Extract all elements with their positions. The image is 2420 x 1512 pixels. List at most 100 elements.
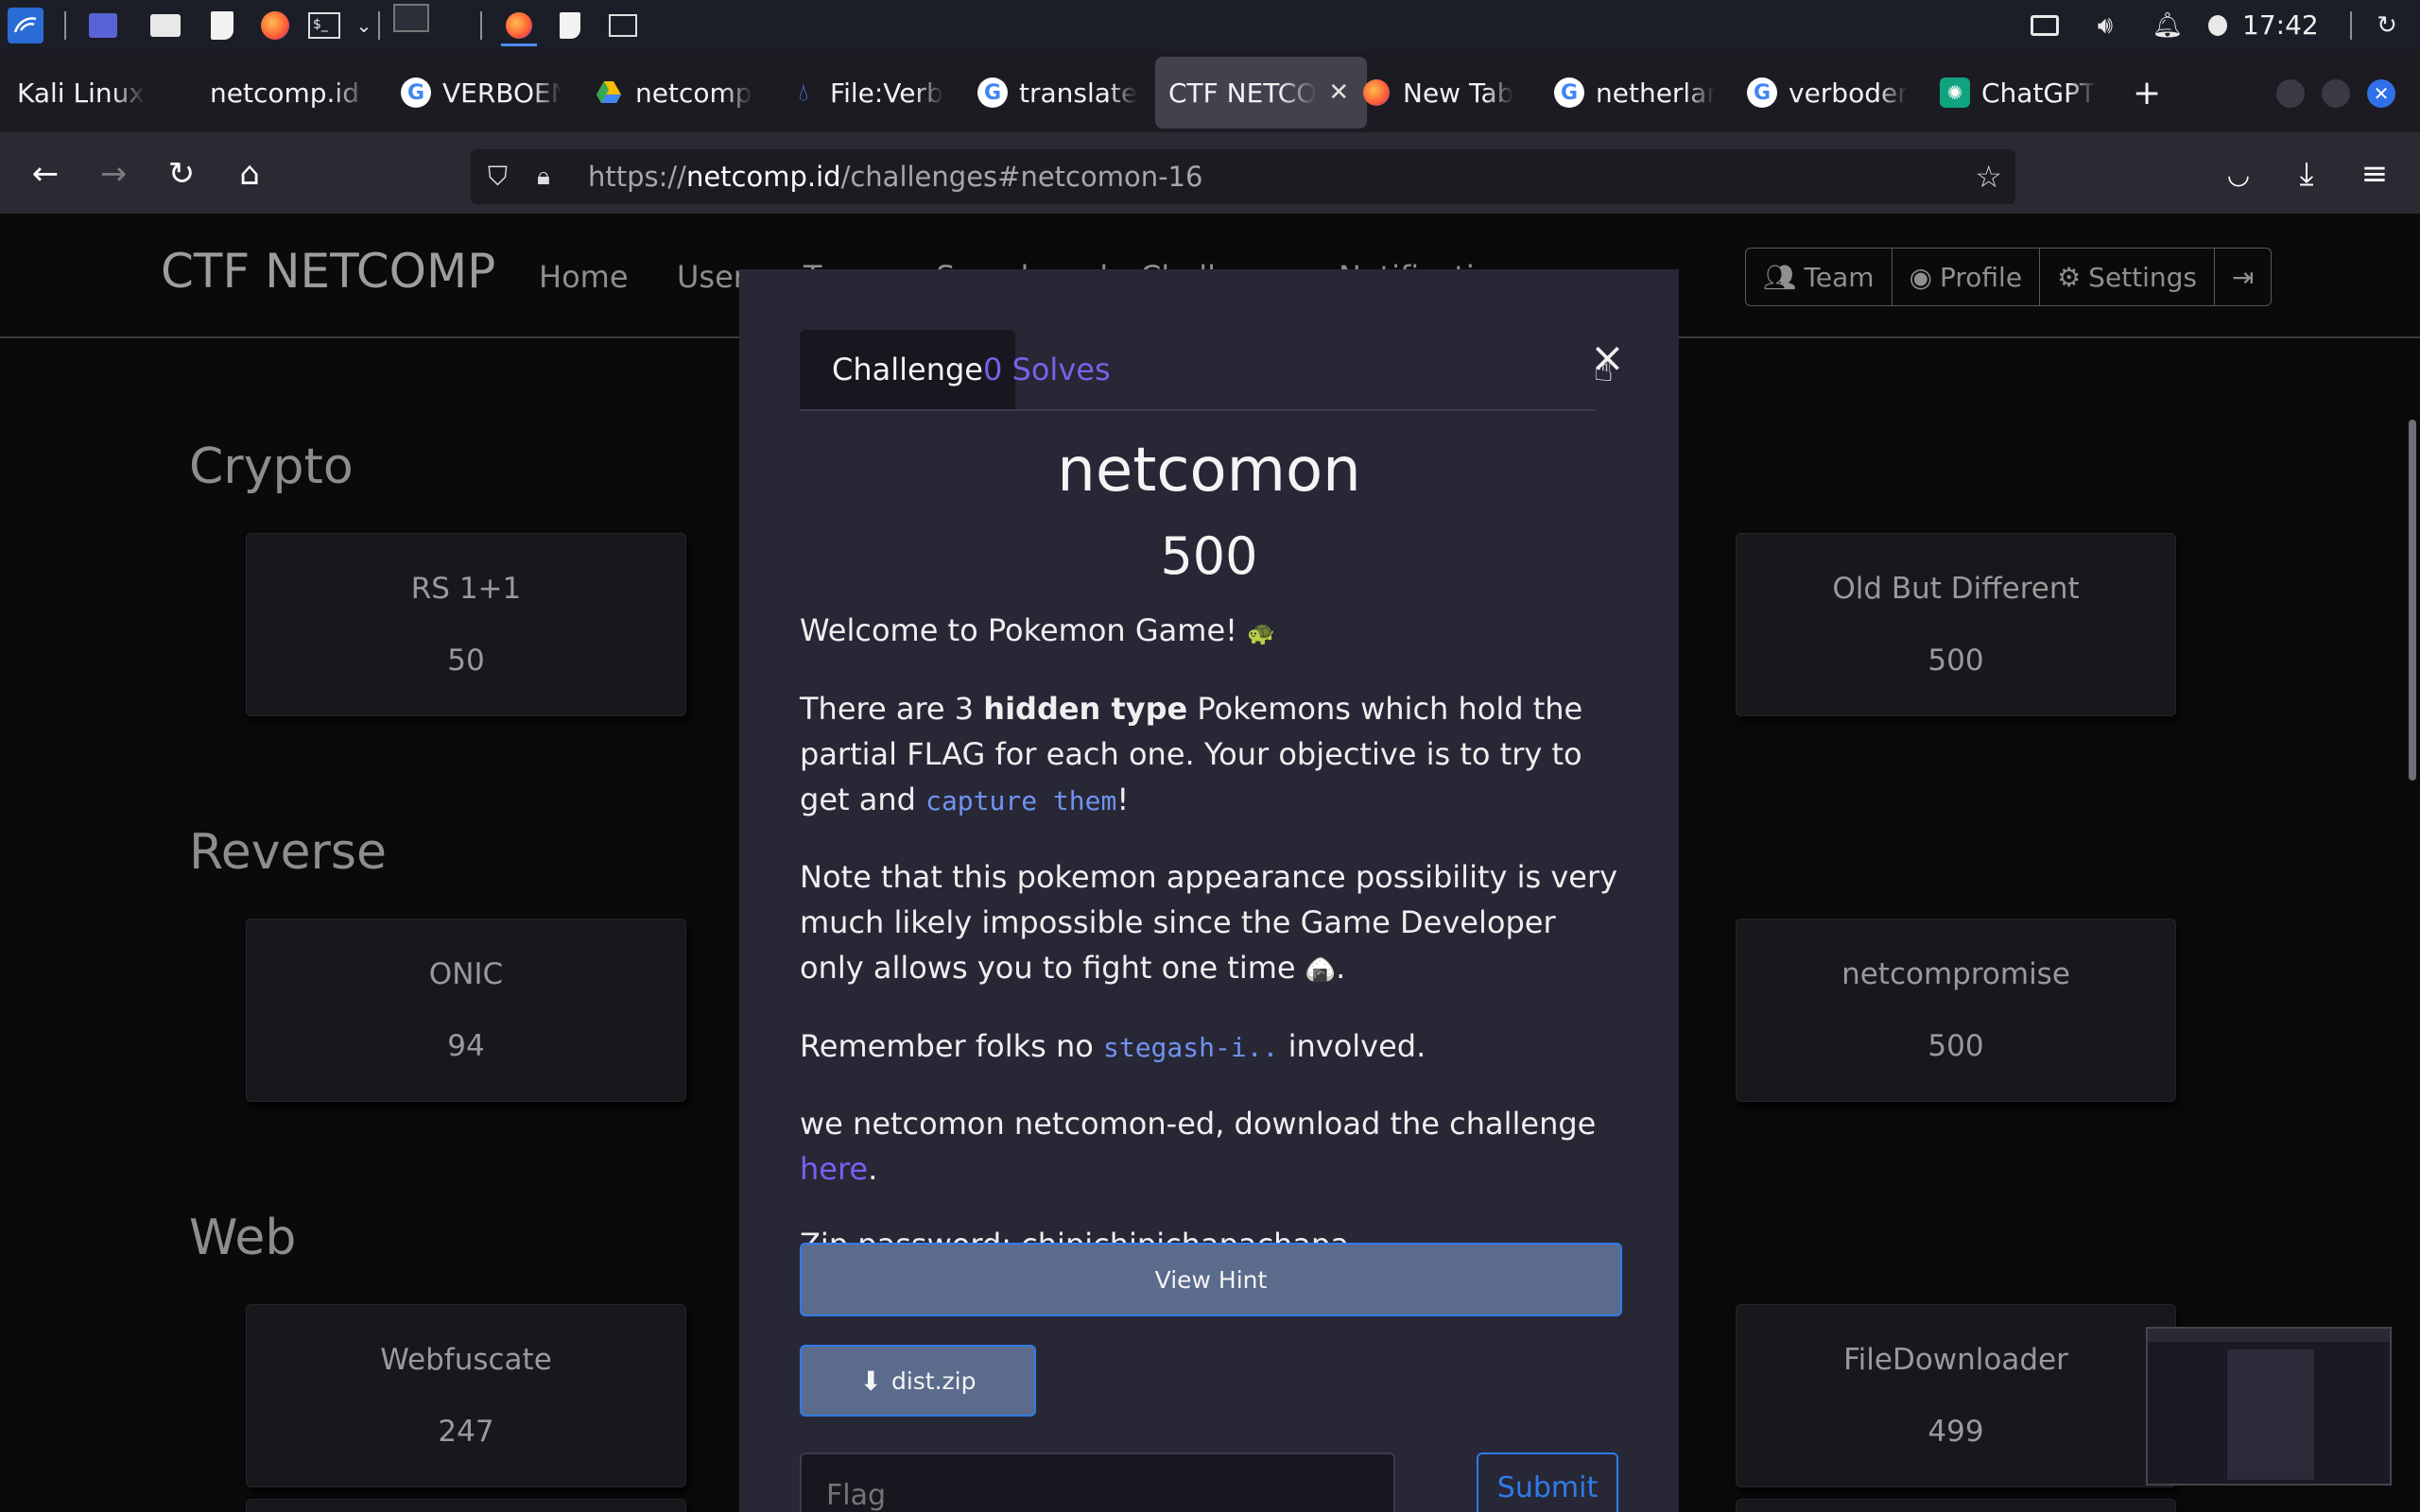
flag-input[interactable] <box>800 1452 1395 1512</box>
screenshot-thumbnail[interactable] <box>2146 1327 2392 1486</box>
tab-verboden[interactable]: G verboden <box>1747 57 1908 129</box>
tab-label: translate <box>1019 77 1138 109</box>
view-hint-button[interactable]: View Hint <box>800 1243 1622 1316</box>
kali-menu-icon[interactable] <box>8 8 43 43</box>
home-icon[interactable]: ⌂ <box>231 155 268 193</box>
challenge-card[interactable] <box>1736 1499 2176 1512</box>
challenge-name: netcompromise <box>1841 957 2070 991</box>
drive-icon <box>594 77 624 108</box>
desc-text: . <box>868 1151 878 1187</box>
wiki-icon: 💧︎ <box>798 77 809 107</box>
firefox-icon[interactable] <box>257 8 293 43</box>
forward-arrow-icon[interactable]: → <box>95 155 132 193</box>
desc-code: stegash-i.. <box>1102 1032 1279 1063</box>
notification-bell-icon[interactable]: 🔔︎ <box>2150 8 2186 43</box>
profile-button-label: Profile <box>1940 261 2023 293</box>
downloads-icon[interactable]: ⤓ <box>2288 155 2325 193</box>
chatgpt-icon: ✺ <box>1940 77 1970 108</box>
minimize-window-button[interactable] <box>2276 79 2305 108</box>
reload-icon[interactable]: ↻ <box>163 155 200 193</box>
tab-verboen[interactable]: G VERBOEN <box>401 57 562 129</box>
profile-button[interactable]: ◉ Profile <box>1893 249 2041 305</box>
tab-label: verboden <box>1789 77 1908 109</box>
site-brand[interactable]: CTF NETCOMP <box>161 244 495 299</box>
tab-new-tab[interactable]: New Tab <box>1361 57 1522 129</box>
download-file-button[interactable]: ⬇ dist.zip <box>800 1345 1036 1417</box>
session-icon[interactable]: ↻ <box>2369 8 2405 43</box>
window-preview-icon[interactable] <box>393 0 429 36</box>
settings-button[interactable]: ⚙ Settings <box>2040 249 2216 305</box>
taskbar-separator <box>480 11 482 40</box>
hand-cursor-icon: ☝ <box>1594 352 1614 389</box>
firefox-running-icon[interactable] <box>501 8 537 46</box>
bookmark-star-icon[interactable]: ☆ <box>1975 159 2002 195</box>
desc-text: . <box>1336 950 1346 986</box>
challenge-card[interactable]: ONIC 94 <box>246 919 686 1102</box>
submit-label: Submit <box>1496 1471 1599 1504</box>
file-manager-icon[interactable] <box>147 8 183 43</box>
challenge-card[interactable]: RS 1+1 50 <box>246 533 686 716</box>
challenge-card[interactable]: netcompromise 500 <box>1736 919 2176 1102</box>
tab-kali-linux[interactable]: Kali Linux <box>17 57 159 129</box>
tab-file-verb[interactable]: 💧︎ File:Verb <box>788 57 949 129</box>
clock[interactable]: 17:42 <box>2242 9 2319 41</box>
tab-solves[interactable]: 0 Solves <box>960 330 1133 409</box>
lock-icon[interactable]: 🔒︎ <box>537 163 550 192</box>
shield-icon[interactable]: ⛉ <box>488 161 508 193</box>
network-icon[interactable] <box>2027 8 2063 43</box>
challenge-card[interactable]: Old But Different 500 <box>1736 533 2176 716</box>
back-arrow-icon[interactable]: ← <box>26 155 64 193</box>
page-scrollbar[interactable] <box>2409 420 2416 781</box>
challenge-card[interactable]: Webfuscate 247 <box>246 1304 686 1487</box>
rice-ball-icon: 🍙 <box>1305 956 1337 985</box>
volume-icon[interactable]: 🔊︎ <box>2087 8 2123 43</box>
url-scheme: https:// <box>588 161 686 193</box>
challenge-card[interactable] <box>246 1499 686 1512</box>
google-icon: G <box>977 77 1008 108</box>
tab-netcomp[interactable]: netcomp.id | <box>210 57 371 129</box>
logout-button[interactable]: ⇥ <box>2215 249 2271 305</box>
maximize-window-button[interactable] <box>2322 79 2350 108</box>
challenge-card[interactable]: FileDownloader 499 <box>1736 1304 2176 1487</box>
editor-running-icon[interactable] <box>552 8 588 43</box>
challenge-name: FileDownloader <box>1843 1343 2068 1377</box>
submit-button[interactable]: Submit <box>1477 1452 1618 1512</box>
tab-ctf-netcomp-active[interactable]: CTF NETCO ✕ <box>1155 57 1367 129</box>
tab-chatgpt[interactable]: ✺ ChatGPT <box>1940 57 2110 129</box>
tab-netcomp-drive[interactable]: netcomp <box>594 57 754 129</box>
team-button-label: Team <box>1804 261 1875 293</box>
challenge-points: 500 <box>1927 1029 1984 1063</box>
new-tab-button[interactable]: + <box>2133 57 2170 129</box>
chevron-down-icon[interactable]: ⌄ <box>346 8 382 43</box>
url-text[interactable]: https://netcomp.id/challenges#netcomon-1… <box>588 161 1202 193</box>
workspace-icon[interactable] <box>85 8 121 43</box>
tab-label: VERBOEN <box>442 77 562 109</box>
thumbnail-modal-preview <box>2227 1349 2314 1480</box>
category-title: Reverse <box>189 824 388 881</box>
text-editor-icon[interactable] <box>204 8 240 43</box>
team-button[interactable]: 👥︎ Team <box>1746 249 1893 305</box>
taskbar-separator <box>378 11 380 40</box>
close-tab-icon[interactable]: ✕ <box>1328 78 1349 107</box>
users-icon: 👥︎ <box>1763 261 1797 293</box>
thumbnail-topbar-preview <box>2148 1329 2390 1342</box>
url-bar[interactable]: ⛉ 🔒︎ https://netcomp.id/challenges#netco… <box>471 149 2015 204</box>
power-manager-icon[interactable] <box>2208 8 2227 43</box>
desc-text: Welcome to Pokemon Game! <box>800 612 1237 648</box>
tab-label: netcomp <box>635 77 752 109</box>
nav-home[interactable]: Home <box>539 259 629 295</box>
tab-netherlands[interactable]: G netherlan <box>1554 57 1715 129</box>
pocket-icon[interactable]: ◡ <box>2220 155 2257 193</box>
hamburger-menu-icon[interactable]: ≡ <box>2356 155 2394 193</box>
desc-text: ! <box>1116 782 1130 817</box>
terminal-icon[interactable]: $_ <box>306 8 342 43</box>
settings-button-label: Settings <box>2088 261 2198 293</box>
tab-translate[interactable]: G translate <box>977 57 1138 129</box>
download-link[interactable]: here <box>800 1151 868 1187</box>
challenge-name: Old But Different <box>1832 572 2080 606</box>
plus-icon: + <box>2133 73 2162 112</box>
terminal-running-icon[interactable] <box>605 8 641 43</box>
desc-bold: hidden type <box>983 691 1188 727</box>
category-title: Crypto <box>189 438 354 495</box>
close-window-button[interactable]: ✕ <box>2367 79 2395 108</box>
